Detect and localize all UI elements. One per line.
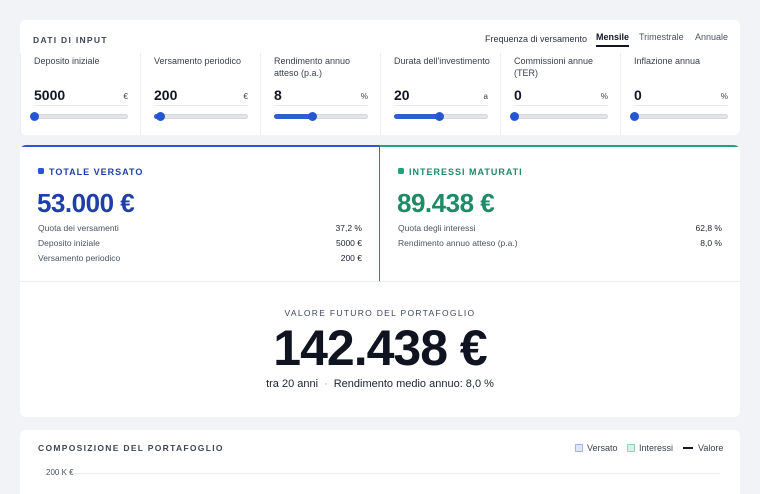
commissioni-slider[interactable] <box>510 112 608 121</box>
totale-versato-title: TOTALE VERSATO <box>49 167 144 177</box>
inflazione-input[interactable]: 0 <box>634 87 642 103</box>
stat-value: 200 € <box>340 253 362 263</box>
totale-versato-value: 53.000 € <box>37 188 135 218</box>
frequency-mensile-tab[interactable]: Mensile <box>596 32 630 47</box>
interessi-maturati-panel: INTERESSI MATURATI 89.438 € Quota degli … <box>380 145 740 281</box>
stat-value: 5000 € <box>336 238 362 248</box>
input-section-title: DATI DI INPUT <box>33 35 108 45</box>
field-unit: € <box>243 92 248 101</box>
results-card: TOTALE VERSATO 53.000 € Quota dei versam… <box>20 145 740 417</box>
legend-label: Valore <box>698 443 724 453</box>
slider-thumb[interactable] <box>630 112 639 121</box>
field-unit: % <box>600 92 608 101</box>
composition-title: COMPOSIZIONE DEL PORTAFOGLIO <box>38 443 224 453</box>
gridline <box>74 473 720 474</box>
field-unit: € <box>123 92 128 101</box>
stat-label: Deposito iniziale <box>38 238 100 248</box>
stat-label: Versamento periodico <box>38 253 121 263</box>
field-rendimento: Rendimento annuo atteso (p.a.) 8 % <box>260 53 380 135</box>
field-label: Commissioni annue (TER) <box>514 56 594 78</box>
slider-fill <box>394 114 440 119</box>
valore-line-icon <box>683 447 693 449</box>
field-deposito-iniziale: Deposito iniziale 5000 € <box>20 53 140 135</box>
field-label: Versamento periodico <box>154 56 242 66</box>
composition-card: COMPOSIZIONE DEL PORTAFOGLIO Versato Int… <box>20 430 740 494</box>
valore-futuro-title: VALORE FUTURO DEL PORTAFOGLIO <box>284 308 476 318</box>
field-durata: Durata dell'investimento 20 a <box>380 53 500 135</box>
input-underline <box>394 105 488 106</box>
slider-thumb[interactable] <box>307 112 317 121</box>
stat-row: Deposito iniziale 5000 € <box>38 238 362 248</box>
field-unit: % <box>720 92 728 101</box>
field-label: Rendimento annuo atteso (p.a.) <box>274 56 351 78</box>
durata-slider[interactable] <box>394 112 488 121</box>
stat-label: Quota dei versamenti <box>38 223 119 233</box>
frequency-annuale-tab[interactable]: Annuale <box>695 32 728 45</box>
input-underline <box>274 105 368 106</box>
legend-interessi[interactable]: Interessi <box>627 443 673 453</box>
input-underline <box>634 105 728 106</box>
field-label: Deposito iniziale <box>34 56 100 66</box>
slider-thumb[interactable] <box>510 112 519 121</box>
durata-input[interactable]: 20 <box>394 87 410 103</box>
frequency-label: Frequenza di versamento <box>485 34 588 44</box>
versamento-periodico-input[interactable]: 200 <box>154 87 177 103</box>
rendimento-input[interactable]: 8 <box>274 87 282 103</box>
input-underline <box>154 105 248 106</box>
field-unit: a <box>483 92 488 101</box>
rendimento-slider[interactable] <box>274 112 368 121</box>
stat-row: Versamento periodico 200 € <box>38 253 362 263</box>
deposito-iniziale-slider[interactable] <box>30 112 128 121</box>
field-versamento-periodico: Versamento periodico 200 € <box>140 53 260 135</box>
stat-row: Rendimento annuo atteso (p.a.) 8,0 % <box>398 238 722 248</box>
totale-versato-panel: TOTALE VERSATO 53.000 € Quota dei versam… <box>20 145 380 281</box>
legend-valore[interactable]: Valore <box>683 443 723 453</box>
stat-row: Quota dei versamenti 37,2 % <box>38 223 362 233</box>
legend-label: Interessi <box>639 443 674 453</box>
valore-futuro-value: 142.438 € <box>273 320 487 376</box>
deposito-iniziale-input[interactable]: 5000 <box>34 87 65 103</box>
stat-label: Quota degli interessi <box>398 223 476 233</box>
stat-label: Rendimento annuo atteso (p.a.) <box>398 238 518 248</box>
field-commissioni: Commissioni annue (TER) 0 % <box>500 53 620 135</box>
field-label: Inflazione annua <box>634 56 701 66</box>
interessi-maturati-heading: INTERESSI MATURATI <box>398 167 523 177</box>
commissioni-input[interactable]: 0 <box>514 87 522 103</box>
stat-value: 62,8 % <box>695 223 722 233</box>
green-square-icon <box>398 168 404 174</box>
interessi-swatch-icon <box>627 444 635 452</box>
versato-swatch-icon <box>575 444 583 452</box>
blue-square-icon <box>38 168 44 174</box>
slider-fill <box>274 114 312 119</box>
input-card: DATI DI INPUT Frequenza di versamento Me… <box>20 20 740 135</box>
totale-versato-heading: TOTALE VERSATO <box>38 167 143 177</box>
separator-dot: · <box>324 378 328 390</box>
slider-thumb[interactable] <box>435 112 445 121</box>
interessi-maturati-value: 89.438 € <box>397 188 495 218</box>
y-tick-label: 200 K € <box>46 468 74 477</box>
input-underline <box>514 105 608 106</box>
stat-value: 37,2 % <box>335 223 362 233</box>
stat-row: Quota degli interessi 62,8 % <box>398 223 722 233</box>
years-text: tra 20 anni <box>266 378 319 390</box>
field-unit: % <box>360 92 368 101</box>
avg-return-text: Rendimento medio annuo: 8,0 % <box>333 378 494 390</box>
field-label: Durata dell'investimento <box>394 56 490 66</box>
section-divider <box>20 281 740 282</box>
frequency-trimestrale-tab[interactable]: Trimestrale <box>639 32 684 45</box>
valore-futuro-subtitle: tra 20 anni · Rendimento medio annuo: 8,0 … <box>20 378 740 390</box>
slider-thumb[interactable] <box>30 112 39 121</box>
input-underline <box>34 105 128 106</box>
slider-thumb[interactable] <box>155 112 165 121</box>
versamento-periodico-slider[interactable] <box>154 112 248 121</box>
legend-label: Versato <box>587 443 618 453</box>
interessi-maturati-title: INTERESSI MATURATI <box>409 167 523 177</box>
stat-value: 8,0 % <box>700 238 722 248</box>
inflazione-slider[interactable] <box>630 112 728 121</box>
legend-versato[interactable]: Versato <box>575 443 618 453</box>
field-inflazione: Inflazione annua 0 % <box>620 53 740 135</box>
